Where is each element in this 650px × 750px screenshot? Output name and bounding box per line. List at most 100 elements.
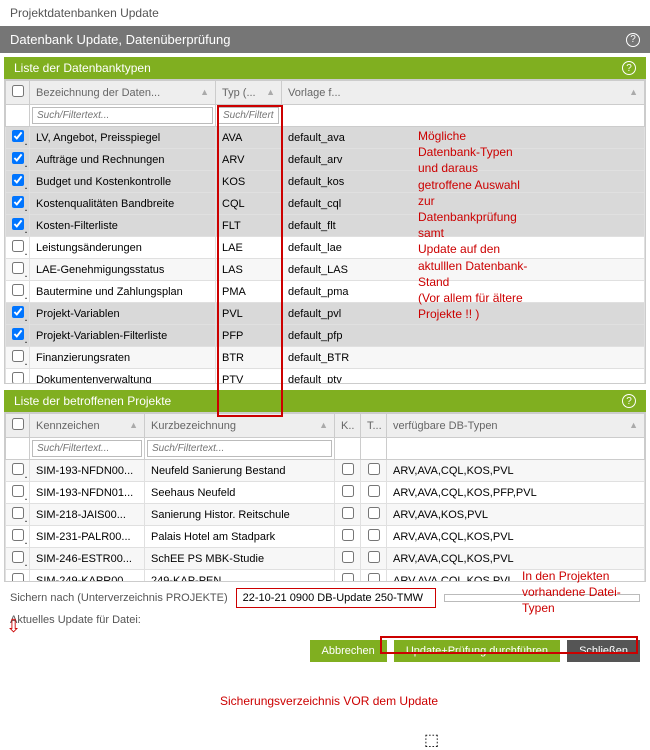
- cell-dbtypen: ARV,AVA,KOS,PVL: [387, 504, 645, 526]
- cell-vorlage: default_pfp: [282, 325, 645, 347]
- cell-bezeichnung: Dokumentenverwaltung: [30, 369, 216, 385]
- row-checkbox[interactable]: [12, 529, 24, 541]
- table-row[interactable]: Kostenqualitäten BandbreiteCQLdefault_cq…: [6, 193, 645, 215]
- filter-kennzeichen[interactable]: [32, 440, 142, 457]
- cell-kennzeichen: SIM-218-JAIS00...: [30, 504, 145, 526]
- row-checkbox[interactable]: [12, 573, 24, 582]
- table-row[interactable]: SIM-231-PALR00...Palais Hotel am Stadpar…: [6, 526, 645, 548]
- cell-vorlage: default_arv: [282, 149, 645, 171]
- section1-label: Liste der Datenbanktypen: [14, 61, 151, 75]
- col-k[interactable]: K..: [335, 414, 361, 438]
- row-checkbox[interactable]: [12, 485, 24, 497]
- header-checkbox[interactable]: [6, 414, 30, 438]
- t-checkbox[interactable]: [368, 463, 380, 475]
- k-checkbox[interactable]: [342, 551, 354, 563]
- cancel-button[interactable]: Abbrechen: [310, 640, 387, 662]
- close-button[interactable]: Schließen: [567, 640, 640, 662]
- filter-bezeichnung[interactable]: [32, 107, 213, 124]
- k-checkbox[interactable]: [342, 529, 354, 541]
- row-checkbox[interactable]: [12, 551, 24, 563]
- cell-kurzbez: SchEE PS MBK-Studie: [145, 548, 335, 570]
- table-row[interactable]: LeistungsänderungenLAEdefault_lae: [6, 237, 645, 259]
- current-label: Aktuelles Update für Datei:: [10, 614, 141, 626]
- run-update-button[interactable]: Update+Prüfung durchführen: [394, 640, 560, 662]
- table-row[interactable]: LAE-GenehmigungsstatusLASdefault_LAS: [6, 259, 645, 281]
- window-title: Projektdatenbanken Update: [0, 0, 650, 26]
- table-row[interactable]: SIM-249-KAPR00...249-KAP-PENARV,AVA,CQL,…: [6, 570, 645, 583]
- cell-vorlage: default_lae: [282, 237, 645, 259]
- t-checkbox[interactable]: [368, 485, 380, 497]
- col-dbtypen[interactable]: verfügbare DB-Typen▲: [387, 414, 645, 438]
- cell-kennzeichen: SIM-249-KAPR00...: [30, 570, 145, 583]
- cursor-icon: ⬚: [424, 730, 439, 750]
- projects-table-wrap: Kennzeichen▲ Kurzbezeichnung▲ K.. T... v…: [4, 412, 646, 582]
- row-checkbox[interactable]: [12, 174, 24, 186]
- row-checkbox[interactable]: [12, 218, 24, 230]
- col-vorlage[interactable]: Vorlage f...▲: [282, 81, 645, 105]
- table-row[interactable]: DokumentenverwaltungPTVdefault_ptv: [6, 369, 645, 385]
- k-checkbox[interactable]: [342, 463, 354, 475]
- help-icon[interactable]: ?: [622, 394, 636, 408]
- db-types-table: Bezeichnung der Daten...▲ Typ (...▲ Vorl…: [5, 80, 645, 384]
- table-row[interactable]: FinanzierungsratenBTRdefault_BTR: [6, 347, 645, 369]
- cell-typ: PVL: [216, 303, 282, 325]
- table-row[interactable]: Bautermine und ZahlungsplanPMAdefault_pm…: [6, 281, 645, 303]
- table-row[interactable]: SIM-218-JAIS00...Sanierung Histor. Reits…: [6, 504, 645, 526]
- cell-vorlage: default_flt: [282, 215, 645, 237]
- col-t[interactable]: T...: [361, 414, 387, 438]
- table-row[interactable]: LV, Angebot, PreisspiegelAVAdefault_ava: [6, 127, 645, 149]
- cell-kennzeichen: SIM-231-PALR00...: [30, 526, 145, 548]
- col-kennzeichen[interactable]: Kennzeichen▲: [30, 414, 145, 438]
- row-checkbox[interactable]: [12, 507, 24, 519]
- help-icon[interactable]: ?: [626, 33, 640, 47]
- projects-table: Kennzeichen▲ Kurzbezeichnung▲ K.. T... v…: [5, 413, 645, 582]
- row-checkbox[interactable]: [12, 240, 24, 252]
- cell-typ: KOS: [216, 171, 282, 193]
- t-checkbox[interactable]: [368, 551, 380, 563]
- cell-vorlage: default_ptv: [282, 369, 645, 385]
- table-row[interactable]: Aufträge und RechnungenARVdefault_arv: [6, 149, 645, 171]
- row-checkbox[interactable]: [12, 262, 24, 274]
- col-bezeichnung[interactable]: Bezeichnung der Daten...▲: [30, 81, 216, 105]
- t-checkbox[interactable]: [368, 529, 380, 541]
- table-row[interactable]: Projekt-VariablenPVLdefault_pvl: [6, 303, 645, 325]
- row-checkbox[interactable]: [12, 152, 24, 164]
- col-typ[interactable]: Typ (...▲: [216, 81, 282, 105]
- t-checkbox[interactable]: [368, 573, 380, 582]
- cell-bezeichnung: Projekt-Variablen-Filterliste: [30, 325, 216, 347]
- cell-kurzbez: Sanierung Histor. Reitschule: [145, 504, 335, 526]
- row-checkbox[interactable]: [12, 130, 24, 142]
- col-kurzbez[interactable]: Kurzbezeichnung▲: [145, 414, 335, 438]
- help-icon[interactable]: ?: [622, 61, 636, 75]
- table-row[interactable]: Kosten-FilterlisteFLTdefault_flt: [6, 215, 645, 237]
- save-path-extend[interactable]: [444, 594, 640, 602]
- cell-kurzbez: Palais Hotel am Stadpark: [145, 526, 335, 548]
- row-checkbox[interactable]: [12, 372, 24, 384]
- table-row[interactable]: SIM-246-ESTR00...SchEE PS MBK-StudieARV,…: [6, 548, 645, 570]
- table-row[interactable]: Projekt-Variablen-FilterlistePFPdefault_…: [6, 325, 645, 347]
- k-checkbox[interactable]: [342, 485, 354, 497]
- save-path-input[interactable]: [236, 588, 436, 608]
- row-checkbox[interactable]: [12, 196, 24, 208]
- k-checkbox[interactable]: [342, 573, 354, 582]
- filter-typ[interactable]: [218, 107, 279, 124]
- row-checkbox[interactable]: [12, 284, 24, 296]
- table-row[interactable]: SIM-193-NFDN01...Seehaus NeufeldARV,AVA,…: [6, 482, 645, 504]
- cell-bezeichnung: Leistungsänderungen: [30, 237, 216, 259]
- subtitle-text: Datenbank Update, Datenüberprüfung: [10, 32, 230, 47]
- k-checkbox[interactable]: [342, 507, 354, 519]
- table-row[interactable]: SIM-193-NFDN00...Neufeld Sanierung Besta…: [6, 460, 645, 482]
- cell-dbtypen: ARV,AVA,CQL,KOS,PFP,PVL: [387, 482, 645, 504]
- row-checkbox[interactable]: [12, 350, 24, 362]
- cell-vorlage: default_ava: [282, 127, 645, 149]
- table-row[interactable]: Budget und KostenkontrolleKOSdefault_kos: [6, 171, 645, 193]
- header-checkbox[interactable]: [6, 81, 30, 105]
- row-checkbox[interactable]: [12, 306, 24, 318]
- cell-kurzbez: Seehaus Neufeld: [145, 482, 335, 504]
- t-checkbox[interactable]: [368, 507, 380, 519]
- cell-typ: PFP: [216, 325, 282, 347]
- cell-vorlage: default_cql: [282, 193, 645, 215]
- filter-kurzbez[interactable]: [147, 440, 332, 457]
- row-checkbox[interactable]: [12, 328, 24, 340]
- row-checkbox[interactable]: [12, 463, 24, 475]
